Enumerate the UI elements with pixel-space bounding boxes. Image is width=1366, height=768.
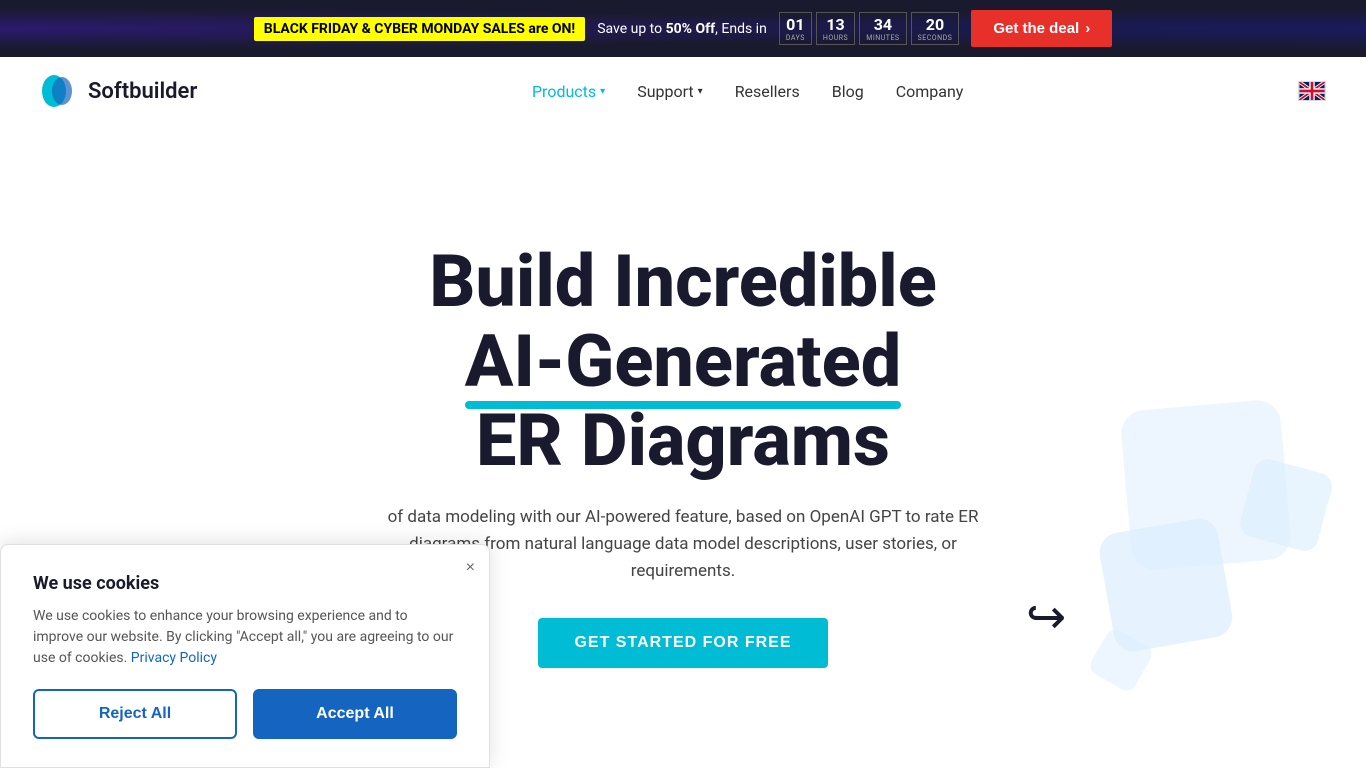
navbar: Softbuilder Products ▾ Support ▾ Reselle… [0,57,1366,125]
banner-highlight: BLACK FRIDAY & CYBER MONDAY SALES are ON… [254,17,585,41]
cookie-actions: Reject All Accept All [33,689,457,739]
banner-save-text: Save up to 50% Off, Ends in [597,21,767,37]
nav-item-support[interactable]: Support ▾ [637,74,703,109]
hero-title: Build Incredible AI-Generated ER Diagram… [429,242,937,480]
countdown-minutes: 34 MINUTES [859,12,906,45]
chevron-down-icon: ▾ [600,86,605,97]
countdown-seconds: 20 SECONDS [911,12,960,45]
chevron-down-icon: ▾ [698,86,703,97]
hero-title-underlined: AI-Generated [465,322,901,401]
cookie-banner: × We use cookies We use cookies to enhan… [0,544,490,768]
top-banner: BLACK FRIDAY & CYBER MONDAY SALES are ON… [0,0,1366,57]
logo-icon [40,72,78,110]
nav-item-blog[interactable]: Blog [832,74,864,109]
nav-item-products[interactable]: Products ▾ [532,74,605,109]
nav-item-resellers[interactable]: Resellers [735,74,800,109]
countdown-timer: 01 DAYS 13 HOURS 34 MINUTES 20 SECONDS [779,12,960,45]
decorative-swirl: ↩ [1026,588,1066,645]
nav-links: Products ▾ Support ▾ Resellers Blog Comp… [532,74,963,109]
get-started-button[interactable]: GET STARTED FOR FREE [538,618,827,668]
chevron-right-icon: › [1085,20,1090,37]
logo-text: Softbuilder [88,79,197,104]
get-deal-button[interactable]: Get the deal › [971,10,1112,47]
language-flag-icon[interactable] [1298,81,1326,101]
countdown-days: 01 DAYS [779,12,812,45]
privacy-policy-link[interactable]: Privacy Policy [131,650,217,666]
reject-all-button[interactable]: Reject All [33,689,237,739]
nav-right [1298,81,1326,101]
cookie-title: We use cookies [33,573,457,594]
cookie-close-button[interactable]: × [466,559,475,577]
cookie-description: We use cookies to enhance your browsing … [33,606,457,669]
countdown-hours: 13 HOURS [816,12,855,45]
accept-all-button[interactable]: Accept All [253,689,457,739]
nav-item-company[interactable]: Company [896,74,964,109]
logo[interactable]: Softbuilder [40,72,197,110]
